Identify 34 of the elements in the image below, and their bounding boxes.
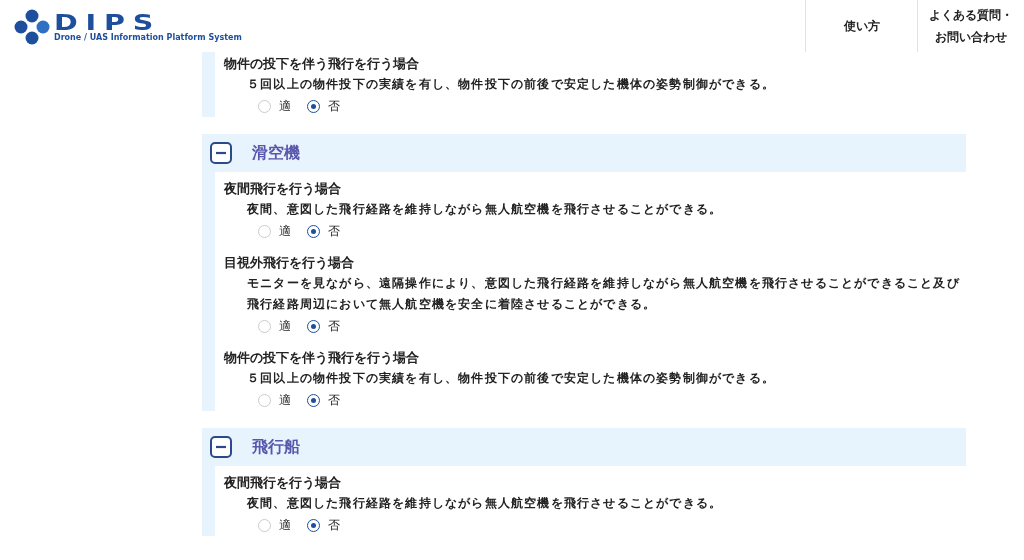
question-title: 夜間飛行を行う場合 xyxy=(224,180,342,198)
question-text: 夜間、意図した飛行経路を維持しながら無人航空機を飛行させることができる。 xyxy=(246,201,724,218)
question-title: 夜間飛行を行う場合 xyxy=(224,474,342,492)
radio-label[interactable]: 否 xyxy=(328,516,340,534)
nav-link[interactable]: 使い方 xyxy=(805,0,917,52)
radio-label[interactable]: 否 xyxy=(328,317,340,335)
question-text: ５回以上の物件投下の実績を有し、物件投下の前後で安定した機体の姿勢制御ができる。 xyxy=(246,370,776,387)
section-header[interactable]: 滑空機 xyxy=(202,134,966,172)
collapse-icon[interactable] xyxy=(210,436,232,458)
radio-label[interactable]: 適 xyxy=(279,391,291,409)
radio-button[interactable] xyxy=(307,319,320,333)
question-title: 物件の投下を伴う飛行を行う場合 xyxy=(224,55,420,73)
question-title: 目視外飛行を行う場合 xyxy=(224,254,355,272)
radio-label[interactable]: 否 xyxy=(328,97,340,115)
question-text: モニターを見ながら、遠隔操作により、意図した飛行経路を維持しながら無人航空機を飛行させることができること及び飛行経路周辺において無人航空機を安全に着陸させることができる。 xyxy=(246,275,961,313)
radio-label[interactable]: 適 xyxy=(279,222,291,240)
question-title: 物件の投下を伴う飛行を行う場合 xyxy=(224,349,420,367)
radio-label[interactable]: 適 xyxy=(279,97,291,115)
radio-button[interactable] xyxy=(307,393,320,407)
radio-label[interactable]: 適 xyxy=(279,317,291,335)
collapse-icon[interactable] xyxy=(210,142,232,164)
radio-label[interactable]: 否 xyxy=(328,391,340,409)
question-text: 夜間、意図した飛行経路を維持しながら無人航空機を飛行させることができる。 xyxy=(246,495,724,512)
radio-button[interactable] xyxy=(307,99,320,113)
nav-link[interactable]: よくある質問・ お問い合わせ xyxy=(917,0,1024,52)
section-header[interactable]: 飛行船 xyxy=(202,428,966,466)
logo-icon xyxy=(14,9,50,45)
question-text: ５回以上の物件投下の実績を有し、物件投下の前後で安定した機体の姿勢制御ができる。 xyxy=(246,76,776,93)
logo-subtitle: Drone / UAS Information Platform System xyxy=(54,33,242,41)
radio-button[interactable] xyxy=(307,224,320,238)
radio-button[interactable] xyxy=(307,518,320,532)
radio-label[interactable]: 適 xyxy=(279,516,291,534)
logo-title: DIPS xyxy=(54,11,162,34)
radio-label[interactable]: 否 xyxy=(328,222,340,240)
